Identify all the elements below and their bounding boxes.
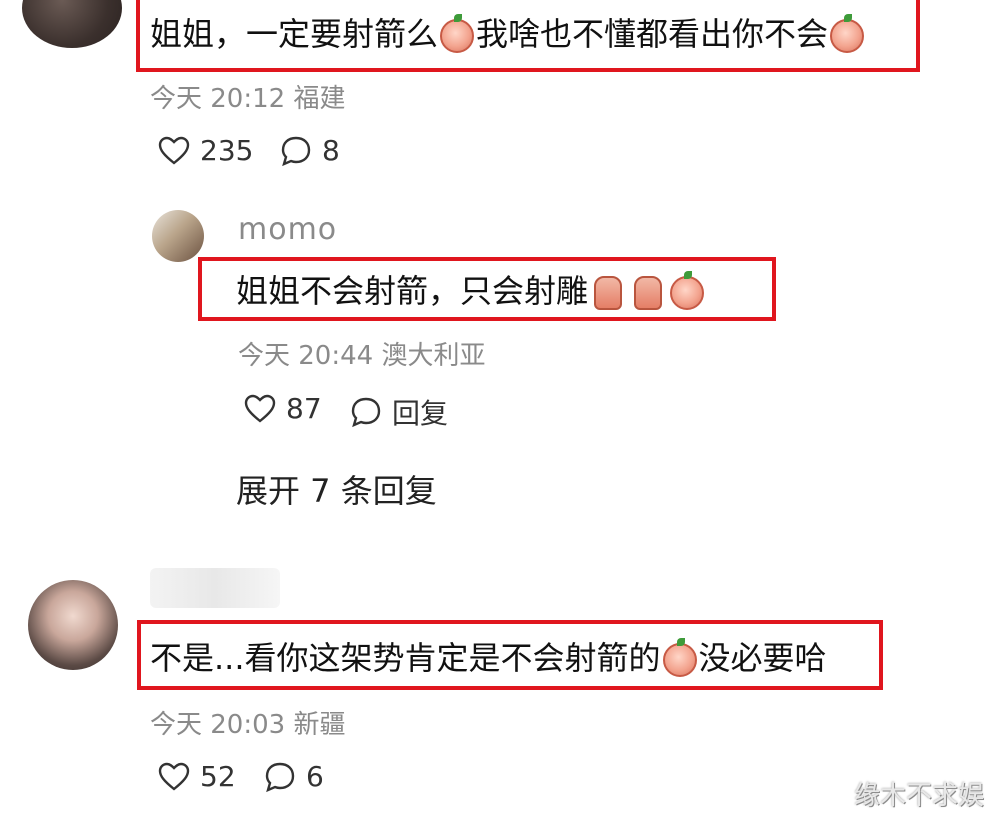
- comment-meta: 今天 20:12 福建: [150, 84, 346, 114]
- comment-text: 姐姐，一定要射箭么 我啥也不懂都看出你不会: [150, 14, 866, 53]
- victory-hand-emoji-icon: [634, 276, 663, 310]
- heart-outline-icon: [158, 762, 190, 791]
- laughing-peach-emoji-icon: [670, 271, 705, 310]
- reply-count: 6: [306, 760, 324, 793]
- like-button[interactable]: 87: [244, 392, 322, 425]
- heart-outline-icon: [244, 394, 276, 423]
- avatar[interactable]: [22, 0, 122, 48]
- expand-replies-link[interactable]: 展开 7 条回复: [236, 466, 437, 512]
- like-count: 235: [200, 134, 254, 167]
- reply-label: 回复: [392, 397, 449, 430]
- victory-hand-emoji-icon: [594, 276, 623, 310]
- like-button[interactable]: 235: [158, 134, 253, 167]
- reply-username[interactable]: momo: [238, 212, 337, 247]
- avatar[interactable]: [28, 580, 118, 670]
- like-button[interactable]: 52: [158, 760, 236, 793]
- blurred-username: [150, 568, 280, 608]
- reply-text: 姐姐不会射箭，只会射雕: [236, 271, 706, 310]
- speech-bubble-icon: [351, 397, 381, 428]
- reply-count: 8: [322, 134, 340, 167]
- speech-bubble-icon: [281, 136, 311, 166]
- like-count: 52: [200, 760, 236, 793]
- comment-meta: 今天 20:03 新疆: [150, 710, 346, 740]
- heart-outline-icon: [158, 136, 190, 165]
- like-count: 87: [286, 392, 322, 425]
- reply-count-button[interactable]: 8: [280, 134, 340, 167]
- crying-laughing-emoji-icon: [830, 14, 865, 53]
- reply-button[interactable]: 回复: [350, 392, 448, 432]
- laughing-peach-emoji-icon: [440, 14, 475, 53]
- reply-count-button[interactable]: 6: [264, 760, 324, 793]
- avatar[interactable]: [152, 210, 204, 262]
- watermark: 缘木不求娱: [853, 781, 984, 811]
- speech-bubble-icon: [265, 762, 295, 792]
- reply-meta: 今天 20:44 澳大利亚: [238, 341, 486, 371]
- crying-laughing-emoji-icon: [662, 638, 697, 677]
- comment-text: 不是...看你这架势肯定是不会射箭的 没必要哈: [150, 638, 827, 677]
